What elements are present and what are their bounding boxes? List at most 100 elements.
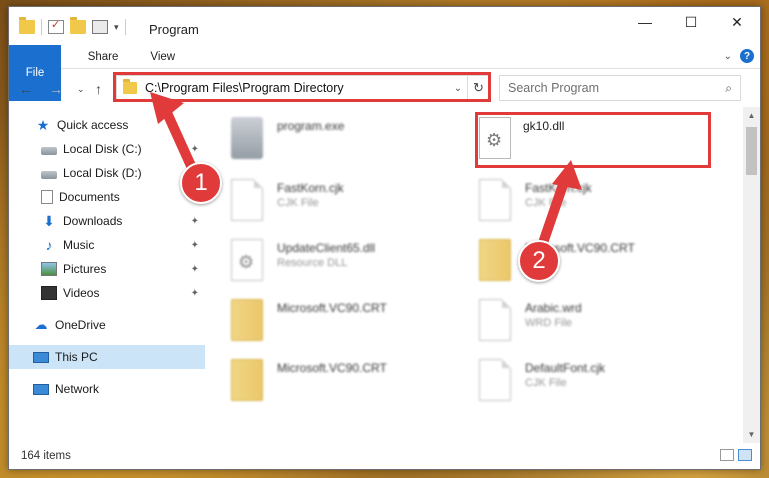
step-1-badge: 1 [180,162,222,204]
status-bar: 164 items [9,443,760,469]
nav-item-onedrive[interactable]: ☁ OneDrive [9,313,205,337]
network-icon [33,383,49,395]
file-name: Microsoft.VC90.CRT [277,361,387,375]
file-name: FastKorn.cjk [525,181,592,195]
star-icon: ★ [36,116,50,133]
file-item-program-exe[interactable]: program.exe [205,113,445,169]
tab-share[interactable]: Share [72,45,135,68]
close-button[interactable]: ✕ [714,7,760,37]
scroll-up-arrow-icon[interactable]: ▲ [743,107,760,124]
nav-item-label: Network [55,382,100,396]
file-item[interactable]: FastKorn.cjk CJK File [205,175,445,231]
nav-item-downloads[interactable]: ⬇ Downloads ✦ [9,209,205,233]
pictures-icon [41,262,57,276]
navigation-pane: ★ Quick access Local Disk (C:) ✦ Local D… [9,107,205,443]
file-name: DefaultFont.cjk [525,361,606,375]
nav-item-label: Videos [63,286,100,300]
file-type: CJK File [525,197,567,209]
help-icon[interactable]: ? [740,49,754,63]
file-type: Resource DLL [277,257,348,269]
large-icons-view-icon[interactable] [738,449,752,461]
pin-icon: ✦ [190,287,199,299]
up-arrow-icon[interactable]: ↑ [95,81,102,97]
executable-file-icon [231,117,263,159]
nav-item-this-pc[interactable]: This PC [9,345,205,369]
downloads-icon: ⬇ [43,212,55,229]
file-name: Microsoft.VC90.CRT [277,301,387,315]
nav-item-documents[interactable]: Documents [9,185,205,209]
folder-icon [19,17,35,34]
nav-item-network[interactable]: Network [9,377,205,401]
forward-arrow-icon[interactable]: → [49,81,63,97]
pin-icon: ✦ [190,215,199,227]
music-icon: ♪ [45,237,53,253]
file-item[interactable]: UpdateClient65.dll Resource DLL [205,235,445,291]
scroll-down-arrow-icon[interactable]: ▼ [743,426,760,443]
file-item[interactable]: FastKorn.cjk CJK File [453,175,693,231]
maximize-button[interactable]: ☐ [668,7,714,37]
search-icon[interactable]: ⌕ [725,81,732,96]
nav-item-label: Music [63,238,95,252]
expand-ribbon-chevron-icon[interactable]: ⌄ [724,51,732,62]
file-type: CJK File [277,197,319,209]
vertical-scrollbar[interactable]: ▲ ▼ [743,107,760,443]
nav-item-quick-access[interactable]: ★ Quick access [9,113,205,137]
search-input[interactable] [508,81,726,95]
window-controls: — ☐ ✕ [622,7,760,37]
documents-icon [41,190,53,204]
file-type: WRD File [525,317,573,329]
scrollbar-thumb[interactable] [746,127,757,175]
nav-item-label: Downloads [63,214,123,228]
file-item[interactable]: DefaultFont.cjk CJK File [453,355,693,411]
file-name: program.exe [277,119,345,133]
pin-icon: ✦ [190,143,199,155]
pin-icon: ✦ [190,239,199,251]
back-arrow-icon[interactable]: ← [19,81,33,97]
nav-item-label: Pictures [63,262,107,276]
nav-item-local-disk-c[interactable]: Local Disk (C:) ✦ [9,137,205,161]
file-icon [479,179,511,221]
customize-toolbar-chevron-icon[interactable]: ▾ [114,22,119,33]
nav-item-videos[interactable]: Videos ✦ [9,281,205,305]
folder-icon [479,239,511,281]
file-item[interactable]: Microsoft.VC90.CRT [453,235,693,291]
toolbar-divider [41,19,42,35]
address-row: ← → ⌄ ↑ C:\Program Files\Program Directo… [9,69,760,107]
views-icon[interactable] [92,20,108,34]
file-item[interactable]: Microsoft.VC90.CRT [205,295,445,351]
search-box[interactable]: ⌕ [499,75,741,101]
onedrive-icon: ☁ [34,317,48,332]
this-pc-icon [33,351,49,363]
tab-view[interactable]: View [134,45,191,68]
properties-icon[interactable] [48,18,64,34]
step-2-badge: 2 [518,240,560,282]
nav-item-label: Quick access [57,118,129,132]
nav-item-pictures[interactable]: Pictures ✦ [9,257,205,281]
file-name: Arabic.wrd [525,301,582,315]
nav-item-local-disk-d[interactable]: Local Disk (D:) [9,161,205,185]
ribbon-right-controls: ⌄ ? [724,49,754,63]
nav-item-label: Local Disk (C:) [63,142,142,156]
file-name: UpdateClient65.dll [277,241,376,255]
drive-icon [41,171,57,179]
toolbar-divider [124,19,126,35]
file-explorer-window: ▾ Program — ☐ ✕ File Home Share View ⌄ ?… [8,6,761,470]
minimize-button[interactable]: — [622,7,668,37]
ribbon-tabs: File Home Share View ⌄ ? [9,45,760,101]
new-folder-icon[interactable] [70,17,86,34]
item-count: 164 items [21,450,71,462]
nav-item-label: Documents [59,190,120,204]
file-icon [479,299,511,341]
title-bar: ▾ Program — ☐ ✕ [9,7,760,45]
recent-locations-chevron-icon[interactable]: ⌄ [77,84,85,95]
address-bar-highlight [113,72,491,102]
file-icon [479,359,511,401]
drive-icon [41,147,57,155]
file-item[interactable]: Microsoft.VC90.CRT [205,355,445,411]
file-type: CJK File [525,377,567,389]
gk10-dll-highlight [475,112,711,168]
file-item[interactable]: Arabic.wrd WRD File [453,295,693,351]
details-view-icon[interactable] [720,449,734,461]
nav-item-music[interactable]: ♪ Music ✦ [9,233,205,257]
videos-icon [41,286,57,300]
